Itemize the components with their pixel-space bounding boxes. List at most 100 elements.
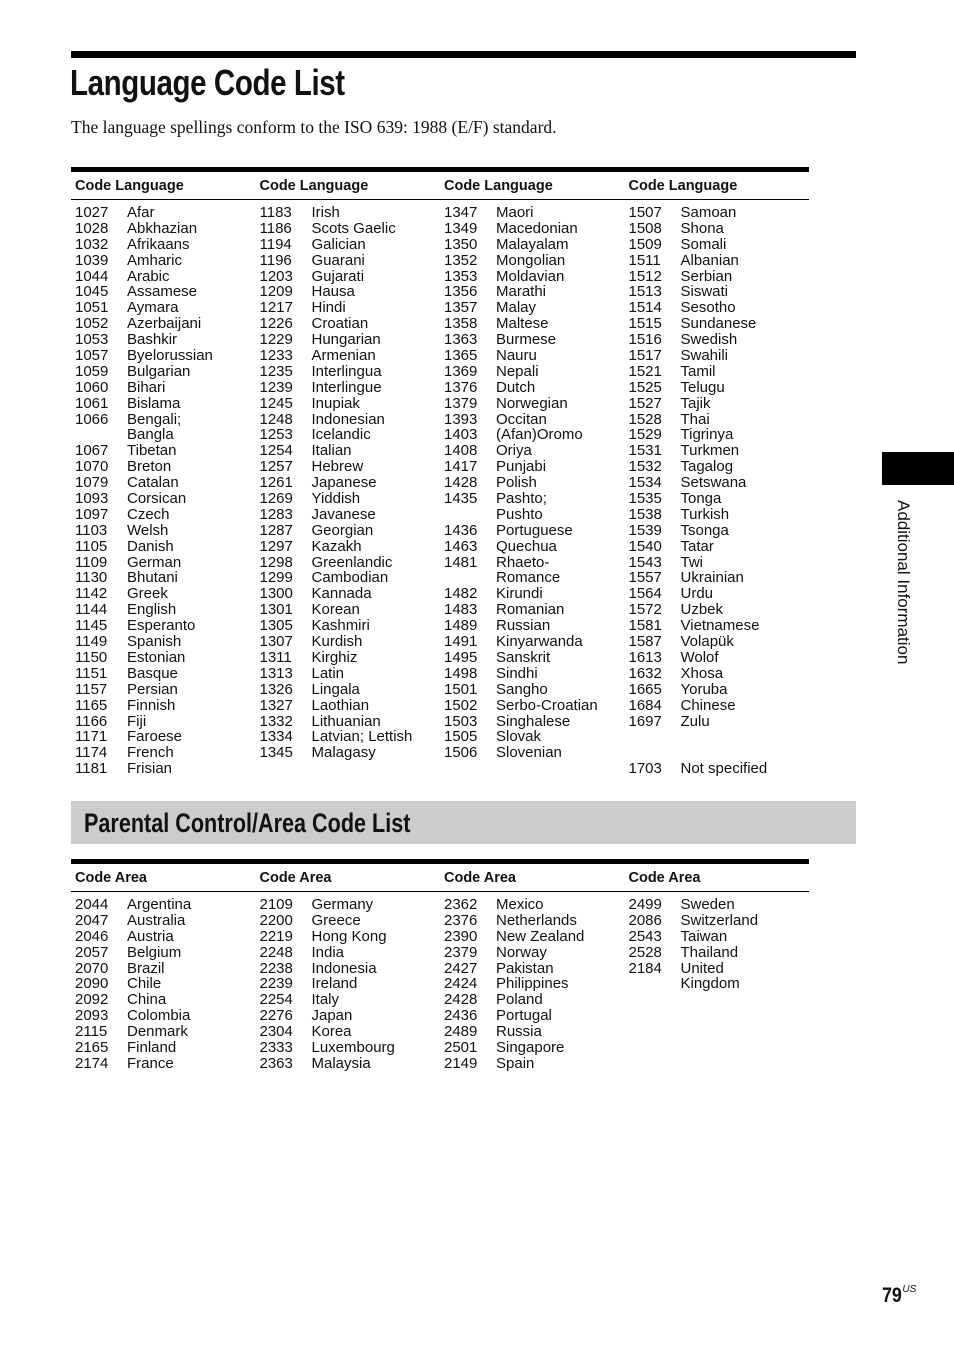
- table-row: 2304 Korea: [260, 1024, 441, 1040]
- table-row: 1495 Sanskrit: [444, 650, 625, 666]
- table-row: 2376 Netherlands: [444, 912, 625, 929]
- code-cell: 1226: [259, 315, 293, 333]
- table-row: 1535 Tonga: [629, 491, 810, 507]
- code-cell: 1632: [628, 664, 662, 682]
- code-cell: 1301: [259, 601, 293, 619]
- table-row: 1498 Sindhi: [444, 665, 625, 682]
- table-row: 1297 Kazakh: [260, 538, 441, 555]
- name-cell: Tajik: [680, 394, 711, 412]
- name-cell: Twi: [680, 553, 704, 571]
- name-cell: Bislama: [127, 394, 181, 412]
- code-cell: 2115: [75, 1023, 108, 1041]
- name-cell: Occitan: [496, 410, 547, 428]
- table-row: 1105 Danish: [75, 537, 256, 555]
- name-cell: Bhutani: [127, 569, 178, 587]
- name-cell: Italy: [311, 991, 340, 1009]
- column-header: Code Language: [444, 178, 553, 194]
- code-cell: 1376: [444, 378, 478, 396]
- code-cell: 2528: [628, 943, 662, 961]
- name-cell: Samoan: [680, 204, 737, 221]
- name-cell: Tagalog: [680, 458, 734, 476]
- name-cell: Hindi: [311, 299, 346, 317]
- code-cell: 2424: [444, 975, 478, 993]
- table-row: 2239 Ireland: [260, 976, 441, 992]
- code-cell: 1283: [259, 505, 293, 523]
- name-cell: Basque: [127, 664, 178, 682]
- table-row: 1245 Inupiak: [260, 395, 441, 412]
- table-row: 1532 Tagalog: [629, 459, 810, 475]
- name-cell: Argentina: [127, 896, 192, 913]
- name-cell: Japan: [311, 1007, 353, 1025]
- code-cell: 1097: [75, 505, 109, 523]
- table-row: 1060 Bihari: [75, 379, 256, 396]
- name-cell: Rhaeto-: [496, 553, 550, 571]
- code-cell: 1183: [259, 204, 292, 221]
- name-cell: Oriya: [496, 442, 532, 460]
- code-cell: 1209: [259, 283, 293, 301]
- name-cell: Georgian: [311, 521, 374, 539]
- name-cell: Interlingua: [311, 362, 382, 380]
- table-row: 1508 Shona: [629, 220, 810, 237]
- code-cell: 2276: [259, 1007, 293, 1025]
- code-cell: 1165: [75, 696, 108, 714]
- table-row: 1150 Estonian: [75, 650, 256, 666]
- table-row: 1166 Fiji: [75, 713, 256, 730]
- code-cell: 1217: [259, 299, 293, 317]
- table-row: 1403 (Afan)Oromo: [444, 427, 625, 443]
- name-cell: Albanian: [680, 251, 739, 269]
- name-cell: Tibetan: [127, 442, 177, 460]
- table-row: 1534 Setswana: [629, 475, 810, 491]
- code-cell: 2427: [444, 959, 478, 977]
- name-cell: Norway: [496, 943, 547, 961]
- name-cell: Moldavian: [496, 267, 565, 285]
- name-cell: Frisian: [127, 760, 173, 778]
- name-cell: Norwegian: [496, 394, 568, 412]
- page-title: Language Code List: [70, 62, 345, 103]
- table-row: 1269 Yiddish: [260, 491, 441, 507]
- table-row: 1051 Aymara: [75, 300, 256, 316]
- table-row: 1171 Faroese: [75, 729, 256, 745]
- table-row: 1300 Kannada: [260, 586, 441, 602]
- table-row: Romance: [444, 570, 625, 586]
- name-cell: Estonian: [127, 648, 186, 666]
- code-cell: 1105: [75, 537, 108, 555]
- table-column: 2362 Mexico 2376 Netherlands 2390 New Zealand…: [440, 897, 625, 1072]
- name-cell: Afrikaans: [127, 235, 190, 253]
- code-cell: 2165: [75, 1039, 109, 1057]
- name-cell: Danish: [127, 537, 174, 555]
- table-row: 2046 Austria: [75, 928, 256, 945]
- code-cell: 1311: [259, 648, 292, 666]
- table-row: 1239 Interlingue: [260, 379, 441, 396]
- name-cell: Corsican: [127, 490, 187, 508]
- table-row: 1186 Scots Gaelic: [260, 220, 441, 237]
- table-row: 2184 United: [629, 960, 810, 977]
- code-cell: 1332: [259, 712, 293, 730]
- name-cell: Sundanese: [680, 315, 757, 333]
- table-row: 1528 Thai: [629, 411, 810, 428]
- name-cell: Kinyarwanda: [496, 633, 583, 651]
- code-cell: 1357: [444, 299, 478, 317]
- table-row: [629, 729, 810, 745]
- name-cell: Mongolian: [496, 251, 566, 269]
- name-cell: Belgium: [127, 943, 182, 961]
- code-cell: 1299: [259, 569, 293, 587]
- language-code-table: Code Language Code Language Code Languag…: [71, 167, 809, 777]
- table-row: 1376 Dutch: [444, 378, 625, 396]
- table-header: Code Area Code Area Code Area Code Area: [71, 864, 809, 892]
- code-cell: 2428: [444, 991, 478, 1009]
- column-header: Code Area: [75, 870, 147, 886]
- code-cell: 1305: [259, 617, 293, 635]
- code-cell: 1463: [444, 537, 478, 555]
- table-row: 1144 English: [75, 602, 256, 618]
- name-cell: Malay: [496, 299, 537, 317]
- section-title: Parental Control/Area Code List: [84, 808, 411, 838]
- code-cell: 1157: [75, 680, 108, 698]
- code-cell: 1347: [444, 204, 478, 221]
- column-header: Code Area: [628, 870, 701, 886]
- code-cell: 2333: [259, 1039, 293, 1057]
- code-cell: 1507: [628, 204, 662, 221]
- table-row: 1261 Japanese: [260, 475, 441, 491]
- name-cell: Bashkir: [127, 331, 178, 349]
- name-cell: Siswati: [680, 283, 729, 301]
- table-row: 1145 Esperanto: [75, 618, 256, 634]
